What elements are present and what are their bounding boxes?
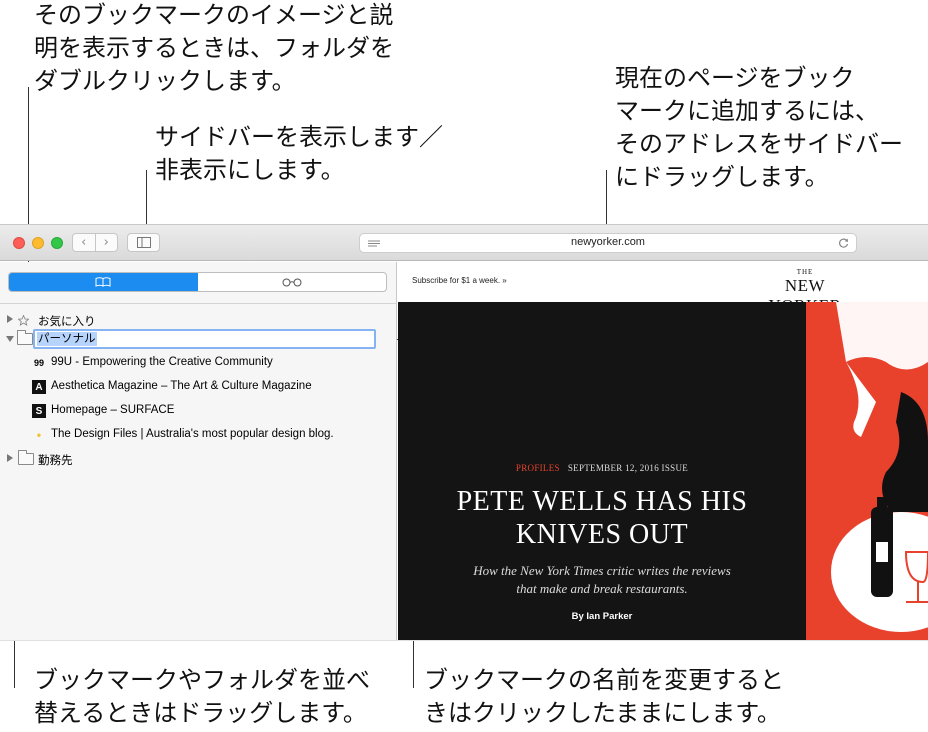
callout-add-bookmark: 現在のページをブック マークに追加するには、 そのアドレスをサイドバー にドラッ… xyxy=(615,62,903,194)
work-folder-label: 勤務先 xyxy=(38,455,73,467)
callout-line-2: きはクリックしたままにします。 xyxy=(424,699,781,727)
callout-line-2: 非表示にします。 xyxy=(155,156,345,184)
personal-folder[interactable] xyxy=(0,554,397,574)
bookmark-label: Aesthetica Magazine – The Art & Culture … xyxy=(51,380,312,392)
back-forward-group: ‹ › xyxy=(72,233,118,252)
callout-sidebar-toggle: サイドバーを表示します／ 非表示にします。 xyxy=(155,121,443,187)
chevron-left-icon: ‹ xyxy=(81,235,87,250)
close-button[interactable] xyxy=(13,237,25,249)
address-bar[interactable]: newyorker.com xyxy=(359,233,857,253)
rename-text[interactable]: パーソナル xyxy=(37,332,97,346)
callout-line-2: マークに追加するには、 xyxy=(615,97,879,125)
bookmark-label: Homepage – SURFACE xyxy=(51,404,175,416)
toolbar: ‹ › newyorker.com xyxy=(0,225,928,261)
bookmark-item[interactable]: • The Design Files | Australia's most po… xyxy=(0,425,397,445)
bookmark-item[interactable]: 99 99U - Empowering the Creative Communi… xyxy=(0,353,397,373)
bookmark-item[interactable]: A Aesthetica Magazine – The Art & Cultur… xyxy=(0,377,397,397)
callout-line-2: 明を表示するときは、フォルダを xyxy=(34,34,394,62)
illustration-art xyxy=(831,302,928,632)
callout-line-3: ダブルクリックします。 xyxy=(34,67,296,95)
dek-line-2: that make and break restaurants. xyxy=(516,581,688,596)
bottom-rule xyxy=(0,640,928,641)
issue-date: SEPTEMBER 12, 2016 ISSUE xyxy=(567,463,689,473)
callout-line-1: 現在のページをブック xyxy=(615,64,855,92)
callout-reorder: ブックマークやフォルダを並べ 替えるときはドラッグします。 xyxy=(34,664,370,730)
favicon-surface-icon: S xyxy=(32,404,46,418)
back-button[interactable]: ‹ xyxy=(73,234,95,251)
callout-line-1: そのブックマークのイメージと説 xyxy=(34,1,394,29)
callout-line-2: 替えるときはドラッグします。 xyxy=(34,699,367,727)
article-dek: How the New York Times critic writes the… xyxy=(448,562,756,598)
callout-folder-double-click: そのブックマークのイメージと説 明を表示するときは、フォルダを ダブルクリックし… xyxy=(34,0,394,98)
callout-rename: ブックマークの名前を変更すると きはクリックしたままにします。 xyxy=(424,664,784,730)
sidebar-icon xyxy=(136,237,151,248)
bookmark-label: The Design Files | Australia's most popu… xyxy=(51,428,334,440)
subscribe-link[interactable]: Subscribe for $1 a week. » xyxy=(412,276,507,285)
callout-line-3: そのアドレスをサイドバー xyxy=(615,130,903,158)
callout-line-1: ブックマークやフォルダを並べ xyxy=(34,666,370,694)
chevron-right-icon: › xyxy=(103,235,109,250)
favicon-99u-icon: 99 xyxy=(33,358,44,368)
bookmark-label: 99U - Empowering the Creative Community xyxy=(51,356,273,368)
personal-folder-row[interactable]: パーソナル xyxy=(0,329,397,349)
callout-line-4: にドラッグします。 xyxy=(615,163,829,191)
folder-icon xyxy=(17,330,33,345)
headline-line-2: KNIVES OUT xyxy=(515,519,689,550)
site-header: Subscribe for $1 a week. » THE NEW YORKE… xyxy=(398,262,928,315)
favicon-aesthetica-icon: A xyxy=(32,380,46,394)
bookmark-tree: パーソナル 99 99U - Empowering the Creative C… xyxy=(0,261,397,481)
callout-line-1: サイドバーを表示します／ xyxy=(155,123,443,151)
zoom-button[interactable] xyxy=(51,237,63,249)
rename-field[interactable]: パーソナル xyxy=(33,329,376,349)
article-byline: By Ian Parker xyxy=(571,611,633,622)
minimize-button[interactable] xyxy=(32,237,44,249)
leader-address xyxy=(606,170,607,232)
forward-button[interactable]: › xyxy=(94,234,118,251)
section-label[interactable]: PROFILES xyxy=(516,463,560,473)
hero-article[interactable]: PROFILES SEPTEMBER 12, 2016 ISSUE PETE WE… xyxy=(398,302,806,641)
favicon-design-files-icon: • xyxy=(36,428,42,442)
url-text: newyorker.com xyxy=(571,236,645,248)
work-folder-row[interactable]: 勤務先 xyxy=(0,449,397,469)
headline-line-1: PETE WELLS HAS HIS xyxy=(456,486,748,517)
article-kicker: PROFILES SEPTEMBER 12, 2016 ISSUE xyxy=(398,463,806,473)
reload-icon[interactable] xyxy=(838,238,849,249)
folder-icon xyxy=(18,450,34,465)
dek-line-1: How the New York Times critic writes the… xyxy=(473,563,731,578)
sidebar-toggle-button[interactable] xyxy=(127,233,160,252)
logo-the: THE xyxy=(796,268,814,276)
web-content: Subscribe for $1 a week. » THE NEW YORKE… xyxy=(398,262,928,641)
illustration xyxy=(806,302,928,641)
callout-line-1: ブックマークの名前を変更すると xyxy=(424,666,784,694)
disclosure-triangle-icon[interactable] xyxy=(6,336,14,342)
leader-sidebar-toggle xyxy=(146,170,147,230)
bookmark-item[interactable]: S Homepage – SURFACE xyxy=(0,401,397,421)
disclosure-triangle-icon[interactable] xyxy=(7,454,13,462)
article-headline[interactable]: PETE WELLS HAS HIS KNIVES OUT xyxy=(438,485,766,551)
